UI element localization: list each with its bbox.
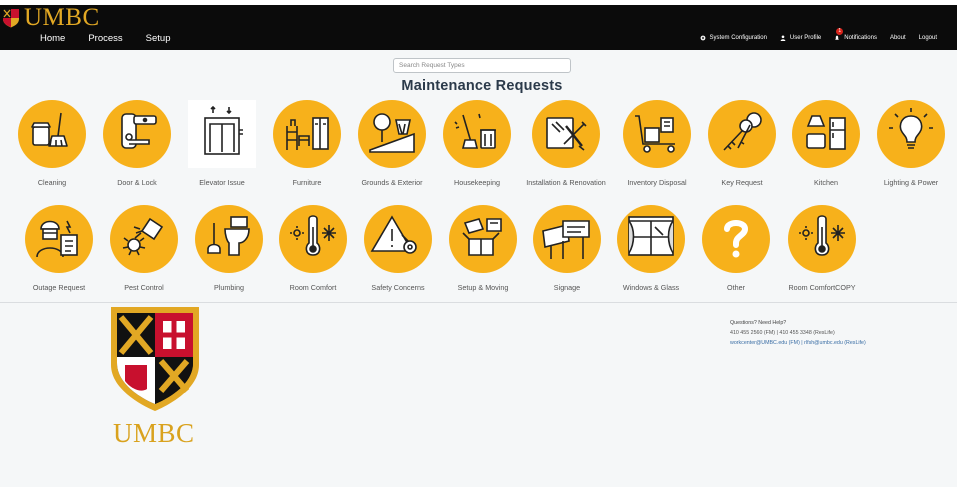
tile-installation-renovation[interactable]: Installation & Renovation (521, 100, 611, 196)
inventory-cart-icon (635, 115, 675, 153)
installation-icon (546, 117, 587, 151)
lightbulb-icon (889, 108, 933, 149)
pest-spray-icon (122, 217, 164, 256)
nav-about[interactable]: About (890, 35, 906, 41)
notification-badge: 1 (836, 28, 844, 35)
nav-home[interactable]: Home (40, 33, 65, 44)
outage-worker-icon (36, 220, 78, 258)
kitchen-icon (806, 115, 846, 150)
user-icon (780, 35, 786, 41)
window-icon (628, 216, 674, 256)
help-title: Questions? Need Help? (730, 320, 787, 326)
tile-lighting-power[interactable]: Lighting & Power (866, 100, 956, 196)
main-nav: Home Process Setup (40, 33, 194, 44)
brand-name: UMBC (24, 4, 100, 31)
cleaning-icon (31, 112, 68, 147)
footer-divider (0, 302, 957, 303)
umbc-shield-icon (3, 9, 19, 28)
tile-housekeeping[interactable]: Housekeeping (432, 100, 522, 196)
nav-system-configuration[interactable]: System Configuration (700, 35, 767, 41)
safety-warning-icon (370, 215, 417, 254)
gear-icon (700, 35, 705, 41)
nav-process[interactable]: Process (88, 33, 122, 44)
search-request-types-input[interactable] (393, 58, 571, 73)
page-title: Maintenance Requests (401, 78, 563, 94)
help-emails[interactable]: workcenter@UMBC.edu (FM) | rlfsh@umbc.ed… (730, 338, 866, 348)
keys-icon (723, 112, 762, 151)
thermometer-icon (799, 215, 845, 256)
user-nav: System Configuration User Profile 1 Noti… (687, 28, 937, 41)
elevator-icon (204, 105, 243, 155)
thermometer-icon (290, 215, 336, 256)
signage-icon (542, 220, 590, 259)
door-lock-icon (121, 113, 157, 149)
nav-user-profile[interactable]: User Profile (780, 35, 821, 41)
footer-wordmark: UMBC (113, 418, 195, 448)
umbc-crest-icon (111, 307, 199, 411)
furniture-icon (286, 117, 329, 150)
housekeeping-icon (454, 113, 496, 149)
moving-boxes-icon (462, 218, 502, 256)
grounds-icon (369, 113, 415, 153)
nav-logout[interactable]: Logout (919, 35, 937, 41)
bell-icon (835, 35, 840, 40)
toilet-plunger-icon (207, 216, 250, 256)
nav-setup[interactable]: Setup (146, 33, 171, 44)
navbar: UMBC Home Process Setup System Configura… (0, 5, 957, 50)
help-contact: Questions? Need Help? 410 455 2560 (FM) … (730, 318, 866, 348)
nav-notifications[interactable]: 1 Notifications (834, 28, 877, 41)
help-phones: 410 455 2560 (FM) | 410 455 3348 (ResLif… (730, 330, 835, 336)
question-icon (724, 220, 749, 258)
brand-logo[interactable]: UMBC (2, 4, 100, 31)
tile-room-comfort-copy[interactable]: Room ComfortCOPY (777, 205, 867, 301)
